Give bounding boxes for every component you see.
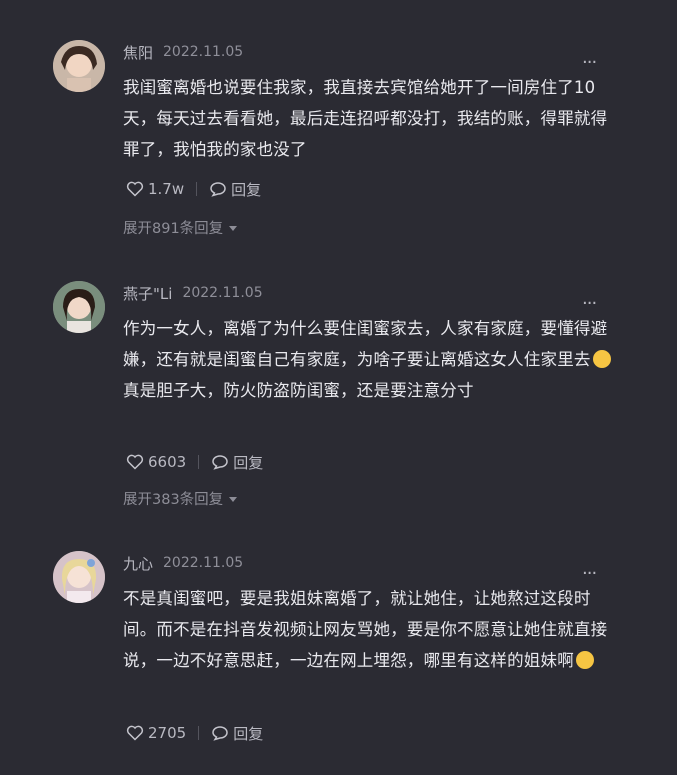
reply-button[interactable]: 回复 [209, 179, 261, 200]
username[interactable]: 九心 [123, 553, 153, 574]
more-options-icon[interactable]: ... [582, 49, 602, 67]
username[interactable]: 焦阳 [123, 42, 153, 63]
reply-button[interactable]: 回复 [211, 723, 263, 744]
heart-icon [126, 454, 144, 470]
comment-bubble-icon [212, 726, 228, 741]
comment-text: 不是真闺蜜吧，要是我姐妹离婚了，就让她住，让她熬过这段时间。而不是在抖音发视频让… [123, 583, 613, 676]
like-count: 2705 [148, 724, 187, 742]
comment-text-part: 作为一女人，离婚了为什么要住闺蜜家去，人家有家庭，要懂得避嫌，还有就是闺蜜自己有… [123, 319, 608, 369]
like-count: 6603 [148, 453, 187, 471]
like-button[interactable]: 6603 [126, 453, 186, 471]
reply-label: 回复 [233, 724, 264, 743]
comment-text: 我闺蜜离婚也说要住我家，我直接去宾馆给她开了一间房住了10天，每天过去看看她，最… [123, 78, 608, 159]
comment-bubble-icon [212, 455, 228, 470]
avatar[interactable] [53, 551, 105, 603]
reply-label: 回复 [231, 180, 262, 199]
laughing-emoji-icon [592, 350, 611, 368]
like-count: 1.7w [148, 180, 185, 198]
reply-button[interactable]: 回复 [211, 452, 263, 473]
comment-text-part: 不是真闺蜜吧，要是我姐妹离婚了，就让她住，让她熬过这段时间。而不是在抖音发视频让… [123, 589, 608, 670]
comment-text-part: 真是胆子大，防火防盗防闺蜜，还是要注意分寸 [123, 381, 474, 400]
comment-bubble-icon [210, 182, 226, 197]
expand-replies-button[interactable]: 展开383条回复 [123, 488, 238, 508]
chevron-down-icon [229, 225, 238, 231]
sweat-smile-emoji-icon [575, 651, 594, 669]
comment-date: 2022.11.05 [163, 44, 244, 60]
divider [196, 182, 198, 196]
expand-replies-button[interactable]: 展开891条回复 [123, 217, 238, 237]
comment-date: 2022.11.05 [163, 555, 244, 571]
more-options-icon[interactable]: ... [582, 560, 602, 578]
expand-replies-label: 展开383条回复 [123, 491, 224, 508]
chevron-down-icon [229, 496, 238, 502]
username[interactable]: 燕子"Li [123, 283, 172, 304]
avatar[interactable] [53, 281, 105, 333]
divider [198, 726, 200, 740]
more-options-icon[interactable]: ... [582, 290, 602, 308]
avatar[interactable] [53, 40, 105, 92]
like-button[interactable]: 2705 [126, 724, 186, 742]
divider [198, 455, 200, 469]
heart-icon [126, 725, 144, 741]
comment-date: 2022.11.05 [182, 285, 263, 301]
comment-text: 作为一女人，离婚了为什么要住闺蜜家去，人家有家庭，要懂得避嫌，还有就是闺蜜自己有… [123, 313, 613, 406]
reply-label: 回复 [233, 453, 264, 472]
like-button[interactable]: 1.7w [126, 180, 184, 198]
expand-replies-label: 展开891条回复 [123, 220, 224, 237]
heart-icon [126, 181, 144, 197]
